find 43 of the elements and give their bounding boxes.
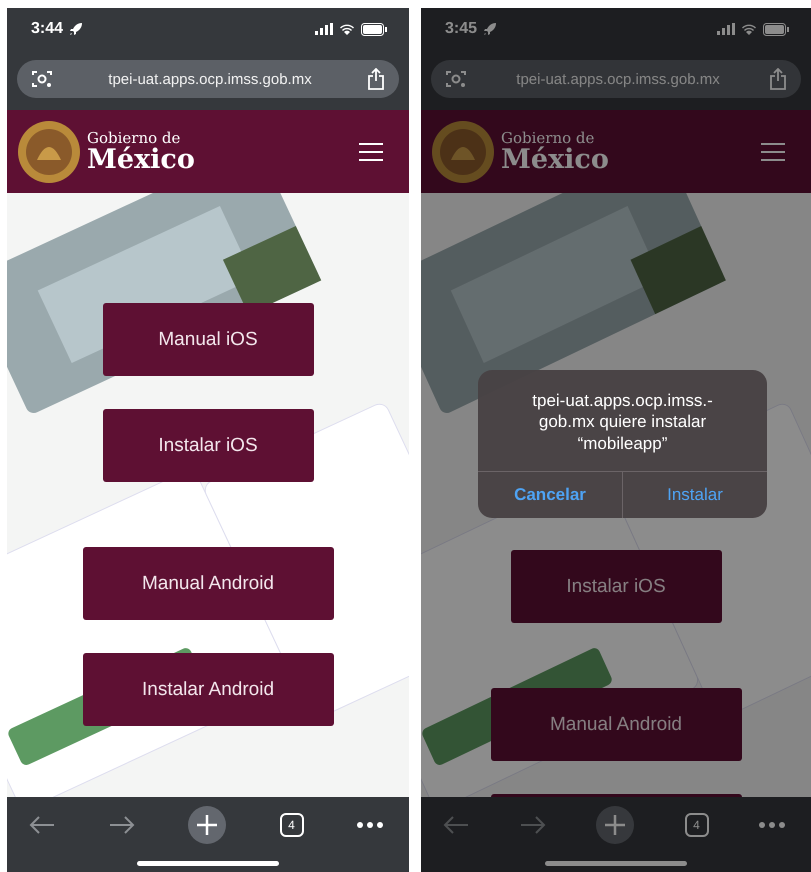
signal-icon xyxy=(315,23,333,35)
address-bar[interactable]: tpei-uat.apps.ocp.imss.gob.mx xyxy=(431,60,801,98)
page-button[interactable]: Manual iOS xyxy=(102,303,314,376)
emblem-icon xyxy=(431,120,495,184)
share-icon[interactable] xyxy=(367,68,385,90)
address-bar[interactable]: tpei-uat.apps.ocp.imss.gob.mx xyxy=(17,60,399,98)
page-button[interactable]: Instalar iOS xyxy=(102,409,314,482)
rocket-icon xyxy=(483,22,498,36)
page-button[interactable]: Manual Android xyxy=(490,688,742,761)
brand-line: Gobierno de xyxy=(501,130,594,146)
wifi-icon xyxy=(339,23,355,35)
emblem-icon xyxy=(17,120,81,184)
new-tab-icon[interactable] xyxy=(596,806,634,844)
menu-icon[interactable] xyxy=(761,142,785,160)
forward-arrow-icon[interactable] xyxy=(108,815,134,835)
back-arrow-icon[interactable] xyxy=(29,815,55,835)
battery-icon xyxy=(361,22,387,36)
share-icon[interactable] xyxy=(769,68,787,90)
wifi-icon xyxy=(741,23,757,35)
page-button[interactable]: Instalar iOS xyxy=(510,550,722,623)
page-button[interactable]: Manual Android xyxy=(82,547,334,620)
tab-count[interactable]: 4 xyxy=(684,813,708,837)
more-icon[interactable] xyxy=(759,822,785,828)
dialog-action[interactable]: Instalar xyxy=(622,472,767,518)
status-time: 3:44 xyxy=(31,20,64,38)
tab-count[interactable]: 4 xyxy=(280,813,304,837)
url-text: tpei-uat.apps.ocp.imss.gob.mx xyxy=(516,70,720,88)
rocket-icon xyxy=(69,22,84,36)
brand-title: México xyxy=(501,146,609,172)
brand-line: Gobierno de xyxy=(87,130,180,146)
camera-lens-icon[interactable] xyxy=(445,69,467,89)
menu-icon[interactable] xyxy=(359,142,383,160)
page-button[interactable]: Instalar Android xyxy=(82,653,334,726)
url-text: tpei-uat.apps.ocp.imss.gob.mx xyxy=(108,70,312,88)
more-icon[interactable] xyxy=(357,822,383,828)
battery-icon xyxy=(763,22,789,36)
brand-title: México xyxy=(87,146,195,172)
new-tab-icon[interactable] xyxy=(188,806,226,844)
camera-lens-icon[interactable] xyxy=(31,69,53,89)
signal-icon xyxy=(717,23,735,35)
dialog-message: tpei-uat.apps.ocp.imss.-gob.mx quiere instalar “mobileapp” xyxy=(478,370,767,472)
dialog-action[interactable]: Cancelar xyxy=(478,472,622,518)
status-time: 3:45 xyxy=(445,20,478,38)
